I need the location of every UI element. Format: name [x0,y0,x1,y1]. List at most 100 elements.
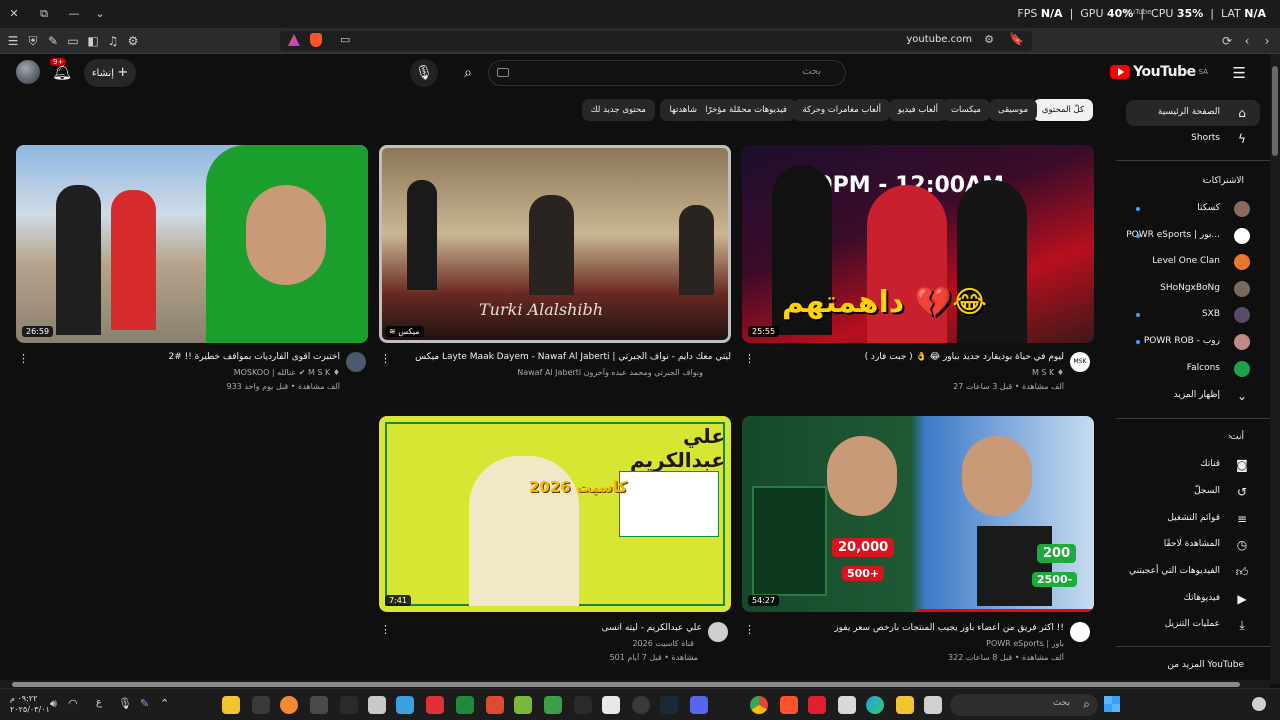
nvidia-icon[interactable] [544,696,562,714]
app-icon-h[interactable] [426,696,444,714]
scrollbar-thumb[interactable] [1272,66,1278,156]
pin-icon[interactable]: ✎ [44,32,62,50]
video-thumbnail[interactable]: 10PM - 12:00AM داهمتهم 💔😂 25:55 [742,145,1094,343]
search-input[interactable]: بحث [488,60,846,86]
taskbar-search-input[interactable]: بحث ⌕ [950,694,1098,716]
epic-games-icon[interactable] [340,696,358,714]
sidebar-item-watch-later[interactable]: ◷ المشاهدة لاحقًا [1126,532,1260,558]
app-icon-b[interactable] [252,696,270,714]
sidebar-item-home[interactable]: ⌂ الصفحة الرئيسية [1126,100,1260,126]
chip-video-games[interactable]: ألعاب فيديو [888,99,947,121]
tray-chevron-up-icon[interactable]: ⌃ [160,697,169,710]
you-heading[interactable]: أنت › [1126,432,1260,442]
guide-menu-icon[interactable]: ☰ [1233,64,1246,82]
video-thumbnail[interactable]: Turki Alalshibh ≋ ميكس [379,145,731,343]
sidebar-item-playlists[interactable]: ≡ قوائم التشغيل [1126,506,1260,532]
language-indicator[interactable]: ع [96,697,102,708]
wifi-icon[interactable]: ◠ [68,697,78,710]
sidebar-item-your-videos[interactable]: ▶ فيديوهاتك [1126,586,1260,612]
video-title[interactable]: اكثر فريق من اعضاء باور يجيب المنتجات بأ… [760,623,1064,633]
scrollbar-thumb[interactable] [12,682,1240,687]
video-channel[interactable]: M S K ♦ [760,368,1064,377]
extensions-icon[interactable]: ⚙ [124,32,142,50]
powerpoint-icon[interactable] [486,696,504,714]
forward-icon[interactable]: › [1258,32,1276,50]
app-icon-y[interactable] [924,696,942,714]
bookmark-icon[interactable]: 🔖 [1009,32,1024,46]
notifications-center-icon[interactable] [1252,697,1266,711]
video-card[interactable]: 10PM - 12:00AM داهمتهم 💔😂 25:55 [742,145,1094,343]
maximize-window-icon[interactable]: ⧉ [36,6,52,22]
reload-icon[interactable]: ⟳ [1218,32,1236,50]
pen-icon[interactable]: ✎ [140,697,149,710]
video-card[interactable]: علي عبدالكريم كاسيت 2026 7:41 [379,416,731,612]
video-card[interactable]: 20,000 500+ 200 2500- 54:27 [742,416,1094,612]
brave-shield-icon[interactable] [310,33,322,47]
sidebar-item-subscription[interactable]: Level One Clan [1126,249,1260,275]
sidebar-item-liked-videos[interactable]: 👍︎ الفيديوهات التي أعجبتني [1126,559,1260,585]
steam-icon[interactable] [660,696,678,714]
sidebar-icon[interactable]: ◧ [84,32,102,50]
app-icon-d[interactable] [310,696,328,714]
video-title[interactable]: ميكس Layte Maak Dayem - Nawaf Al Jaberti… [395,352,731,362]
excel-icon[interactable] [456,696,474,714]
app-icon-k[interactable] [514,696,532,714]
chip-music[interactable]: موسيقى [988,99,1037,121]
sidebar-item-subscription[interactable]: Falcons [1126,356,1260,382]
microphone-icon[interactable]: 🎙︎ [118,697,132,710]
video-title[interactable]: ليوم في حياة بوديقارد جديد بباور 😂 👌 ( ج… [760,352,1064,362]
voice-search-button[interactable]: 🎙︎ [410,59,438,87]
tab-list-chevron-icon[interactable]: ⌄ [92,6,108,22]
site-settings-icon[interactable]: ⚙ [984,33,994,46]
more-actions-icon[interactable]: ⋮ [380,623,391,636]
url-text[interactable]: youtube.com [906,34,972,45]
music-icon[interactable]: ♫ [104,32,122,50]
chip-new-to-you[interactable]: محتوى جديد لك [581,99,655,121]
more-actions-icon[interactable]: ⋮ [380,352,391,365]
chip-recently-uploaded[interactable]: فيديوهات محمّلة مؤخرًا [696,99,796,121]
sidebar-item-shorts[interactable]: ϟ Shorts [1126,126,1260,152]
sidebar-item-downloads[interactable]: ⤓ عمليات التنزيل [1126,612,1260,638]
edge-icon[interactable] [866,696,884,714]
more-actions-icon[interactable]: ⋮ [18,352,29,365]
chip-mixes[interactable]: ميكسات [942,99,990,121]
video-channel[interactable]: Nawaf Al Jaberti ونواف الجبرتي ومحمد عبد… [395,368,703,377]
app-icon-o[interactable] [632,696,650,714]
sidebar-item-history[interactable]: ↺ السجلّ [1126,479,1260,505]
system-clock[interactable]: ٠٩:٢٢ م ٢٠٢٥/٠٣/٠١ [10,693,50,715]
aria-icon[interactable] [288,34,300,46]
file-icon[interactable] [602,696,620,714]
menu-icon[interactable]: ☰ [4,32,22,50]
more-actions-icon[interactable]: ⋮ [744,623,755,636]
chip-all[interactable]: كلّ المحتوى [1032,99,1093,121]
app-icon-c[interactable] [280,696,298,714]
minimize-window-icon[interactable]: — [66,6,82,22]
app-icon-r[interactable] [720,696,738,714]
back-icon[interactable]: ‹ [1238,32,1256,50]
video-channel[interactable]: POWR eSports | باور [760,639,1064,648]
app-icon-g[interactable] [396,696,414,714]
sidebar-item-subscription[interactable]: SXB [1126,302,1260,328]
sidebar-item-subscription[interactable]: POWR ROB - روب [1126,329,1260,355]
brave-icon[interactable] [780,696,798,714]
chip-watched[interactable]: شاهدتها [660,99,706,121]
chip-action-adventure[interactable]: ألعاب مغامرات وحركة [793,99,890,121]
create-button[interactable]: إنشاء + [84,59,136,87]
discord-icon[interactable] [690,696,708,714]
sidebar-item-subscription[interactable]: كسكتا [1126,196,1260,222]
sidebar-item-subscription[interactable]: POWR eSports | بور... [1126,223,1260,249]
channel-avatar[interactable] [1070,622,1090,642]
video-thumbnail[interactable]: علي عبدالكريم كاسيت 2026 7:41 [379,416,731,612]
youtube-logo[interactable]: YouTube SA [1110,64,1208,80]
app-icon-a[interactable] [222,696,240,714]
app-icon-m[interactable] [574,696,592,714]
vertical-scrollbar[interactable] [1270,54,1280,684]
video-title[interactable]: اختبرت اقوى الفارديات بمواقف خطيرة !! #2 [30,352,340,362]
search-button[interactable]: ⌕ [454,59,482,87]
app-icon-u[interactable] [808,696,826,714]
horizontal-scrollbar[interactable] [0,680,1270,688]
app-icon-f[interactable] [368,696,386,714]
file-explorer-icon[interactable] [896,696,914,714]
tabs-icon[interactable]: ▭ [64,32,82,50]
video-thumbnail[interactable]: 26:59 [16,145,368,343]
